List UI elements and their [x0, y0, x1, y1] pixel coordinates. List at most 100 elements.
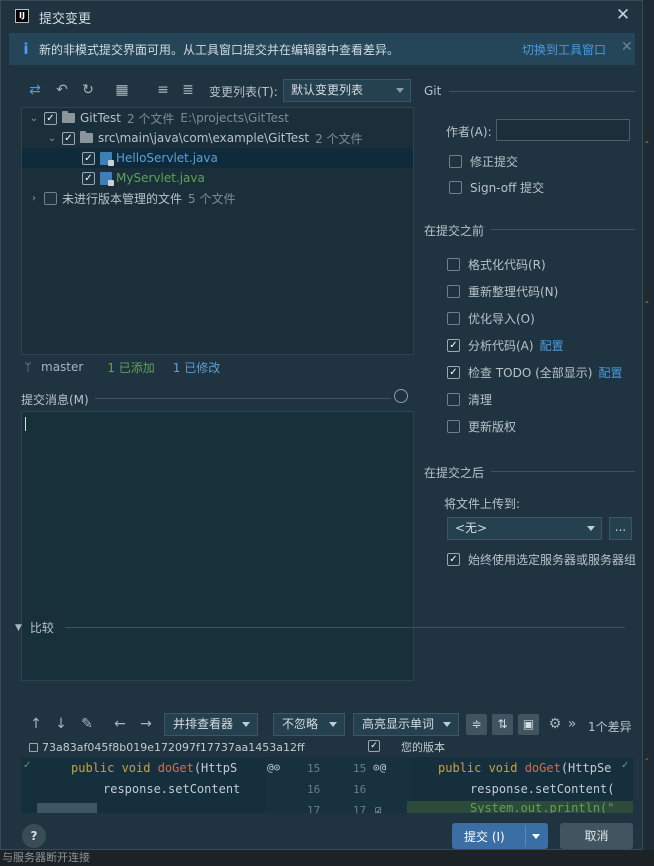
cancel-button[interactable]: 取消 [560, 823, 633, 849]
chevron-down-icon [587, 526, 595, 531]
check-todo-label: 检查 TODO (全部显示) [468, 366, 593, 380]
highlight-select[interactable]: 高亮显示单词 [353, 713, 459, 736]
server-select[interactable]: <无> [447, 517, 602, 540]
tree-row-root[interactable]: ⌄ ✓ GitTest 2 个文件 E:\projects\GitTest [22, 108, 413, 128]
help-button[interactable]: ? [22, 824, 46, 848]
viewer-value: 并排查看器 [173, 717, 234, 731]
line-number: 17 [307, 804, 321, 813]
option-check-todo[interactable]: ✓ 检查 TODO (全部显示) 配置 [447, 364, 622, 381]
option-rearrange[interactable]: 重新整理代码(N) [447, 283, 558, 300]
rearrange-checkbox[interactable] [447, 285, 460, 298]
viewer-select[interactable]: 并排查看器 [164, 713, 258, 736]
prev-diff-icon[interactable]: ↑ [27, 715, 45, 733]
refresh-icon[interactable]: ↻ [79, 81, 97, 99]
analyze-configure-link[interactable]: 配置 [540, 337, 564, 354]
option-reformat[interactable]: 格式化代码(R) [447, 256, 546, 273]
always-use-option[interactable]: ✓ 始终使用选定服务器或服务器组 [447, 551, 636, 568]
forward-arrow-icon[interactable]: → [137, 715, 155, 733]
server-value: <无> [455, 521, 488, 535]
amend-checkbox[interactable] [449, 155, 462, 168]
server-more-button[interactable]: ... [609, 517, 632, 540]
reformat-checkbox[interactable] [447, 258, 460, 271]
history-clock-icon[interactable] [394, 389, 408, 403]
unversioned-count: 5 个文件 [188, 191, 236, 206]
expand-all-icon[interactable]: ≡ [154, 81, 172, 99]
optimize-imports-checkbox[interactable] [447, 312, 460, 325]
chevron-down-icon[interactable]: ⌄ [46, 133, 58, 144]
cleanup-label: 清理 [468, 393, 493, 407]
chevron-down-icon [329, 722, 337, 727]
option-analyze-code[interactable]: ✓ 分析代码(A) 配置 [447, 337, 564, 354]
line-number: 15 [307, 762, 321, 775]
always-use-checkbox[interactable]: ✓ [447, 553, 460, 566]
show-diff-icon[interactable]: ⇄ [26, 81, 44, 99]
diff-section-title: 比较 [29, 621, 54, 635]
more-icon[interactable]: » [567, 715, 577, 733]
root-checkbox[interactable]: ✓ [44, 111, 57, 125]
todo-configure-link[interactable]: 配置 [598, 364, 622, 381]
signoff-checkbox[interactable] [449, 181, 462, 194]
divider [449, 91, 635, 92]
file-checkbox[interactable]: ✓ [82, 151, 95, 165]
changelist-label: 变更列表(T): [209, 85, 278, 99]
diff-section-header[interactable]: ▼ 比较 [15, 619, 54, 636]
option-cleanup[interactable]: 清理 [447, 391, 492, 408]
tree-row-folder[interactable]: ⌄ ✓ src\main\java\com\example\GitTest 2 … [22, 128, 413, 148]
left-line-2: response.setContent [103, 782, 241, 796]
changes-tree: ⌄ ✓ GitTest 2 个文件 E:\projects\GitTest ⌄ … [21, 107, 414, 355]
switch-to-toolwindow-link[interactable]: 切换到工具窗口 [522, 41, 606, 58]
plain-token: (HttpSe [560, 761, 612, 775]
commit-button[interactable]: 提交 (I) [452, 823, 548, 849]
ignore-select[interactable]: 不忽略 [273, 713, 345, 736]
option-update-copyright[interactable]: 更新版权 [447, 418, 516, 435]
yours-checkbox[interactable]: ✓ [368, 740, 380, 752]
file-checkbox[interactable]: ✓ [82, 171, 95, 185]
tree-row-file[interactable]: ✓ MyServlet.java [22, 168, 413, 188]
option-optimize-imports[interactable]: 优化导入(O) [447, 310, 535, 327]
collapse-unchanged-icon[interactable]: ≑ [466, 714, 487, 735]
check-todo-checkbox[interactable]: ✓ [447, 366, 460, 379]
diff-viewer[interactable]: ✓ public void doGet(HttpS response.setCo… [21, 757, 633, 813]
root-name: GitTest [80, 111, 121, 125]
gear-icon[interactable]: ⚙ [546, 715, 564, 733]
analyze-code-checkbox[interactable]: ✓ [447, 339, 460, 352]
tree-row-unversioned[interactable]: › 未进行版本管理的文件 5 个文件 [22, 188, 413, 208]
annotation-icon: ⊙@ [373, 761, 387, 774]
chevron-down-icon [396, 88, 404, 93]
back-arrow-icon[interactable]: ← [111, 715, 129, 733]
chevron-down-icon[interactable]: ⌄ [28, 113, 40, 124]
tree-row-file[interactable]: ✓ HelloServlet.java [22, 148, 413, 168]
folder-checkbox[interactable]: ✓ [62, 131, 75, 145]
keyword-token: public void [438, 761, 525, 775]
edit-icon[interactable]: ✎ [78, 715, 96, 733]
title-bar[interactable]: IJ 提交变更 ✕ [1, 1, 642, 31]
collapse-all-icon[interactable]: ≣ [179, 81, 197, 99]
changelist-select[interactable]: 默认变更列表 [283, 79, 411, 102]
amend-option[interactable]: 修正提交 [449, 153, 518, 170]
author-input[interactable] [496, 119, 630, 141]
folder-icon [80, 131, 93, 143]
update-copyright-checkbox[interactable] [447, 420, 460, 433]
unversioned-name: 未进行版本管理的文件 [62, 191, 183, 206]
next-diff-icon[interactable]: ↓ [52, 715, 70, 733]
lock-small-icon [29, 742, 38, 752]
annotation-icon: @⊙ [267, 761, 281, 774]
commit-message-input[interactable] [21, 411, 414, 681]
accept-change-icon[interactable]: ☑ [375, 803, 382, 813]
group-by-icon[interactable]: ▦ [113, 81, 131, 99]
chevron-right-icon[interactable]: › [28, 193, 40, 204]
unversioned-checkbox[interactable] [44, 191, 57, 205]
branch-name[interactable]: master [41, 360, 83, 374]
lock-icon[interactable]: ▣ [518, 714, 539, 735]
diff-count: 1个差异 [588, 720, 632, 734]
cleanup-checkbox[interactable] [447, 393, 460, 406]
rollback-icon[interactable]: ↶ [53, 81, 71, 99]
banner-close-icon[interactable]: ✕ [621, 39, 633, 55]
diff-gutter: @⊙ 15 16 17 15 16 17 ⊙@ ☑ [265, 757, 411, 813]
chevron-down-icon[interactable] [532, 834, 540, 839]
chevron-down-icon[interactable]: ▼ [15, 623, 22, 633]
changelist-value: 默认变更列表 [291, 83, 364, 97]
signoff-option[interactable]: Sign-off 提交 [449, 179, 544, 196]
sync-scroll-icon[interactable]: ⇅ [492, 714, 513, 735]
close-icon[interactable]: ✕ [613, 5, 633, 25]
